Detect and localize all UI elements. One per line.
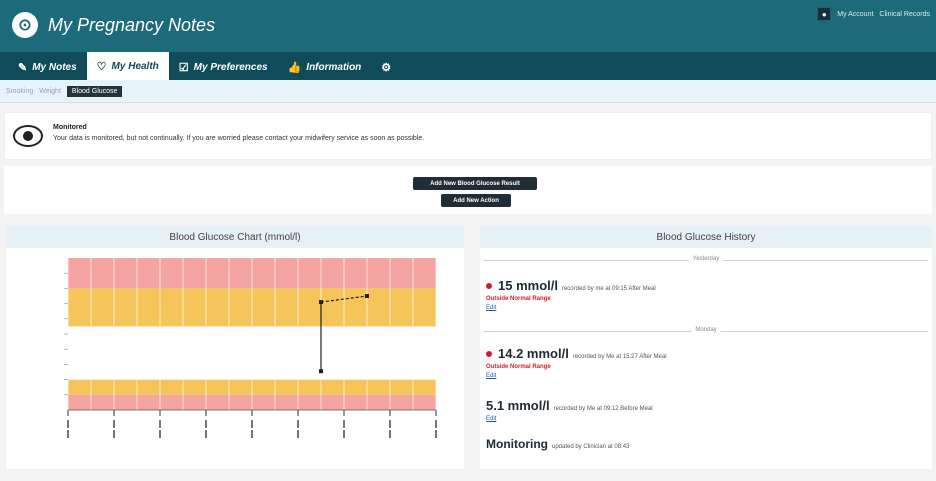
breadcrumb: Smoking Weight Blood Glucose [0, 80, 936, 103]
tab-label: Information [306, 61, 362, 73]
notice-title: Monitored [53, 124, 87, 131]
eye-icon [13, 125, 43, 147]
tab-my-preferences[interactable]: ☑ My Preferences [169, 54, 278, 80]
tab-settings[interactable]: ⚙ [371, 54, 401, 80]
tab-information[interactable]: 👍 Information [278, 54, 372, 80]
actions-area: Add New Blood Glucose Result Add New Act… [4, 166, 932, 214]
history-entry: Monitoring updated by Clinician at 08:43 [486, 437, 629, 451]
edit-link[interactable]: Edit [486, 416, 653, 422]
spiral-logo-icon: ⊙ [12, 12, 38, 38]
tab-label: My Health [111, 60, 159, 72]
history-entry: 5.1 mmol/l recorded by Me at 09:12 Befor… [486, 398, 653, 422]
tab-my-health[interactable]: ♡ My Health [86, 52, 169, 80]
tab-label: My Preferences [193, 61, 268, 73]
history-entry: 14.2 mmol/l recorded by Me at 15:27 Afte… [486, 346, 667, 379]
heart-icon: ♡ [96, 60, 107, 73]
crumb-blood-glucose[interactable]: Blood Glucose [66, 85, 123, 97]
add-glucose-result-button[interactable]: Add New Blood Glucose Result [413, 177, 537, 190]
checklist-icon: ☑ [178, 61, 189, 74]
gear-icon: ⚙ [381, 61, 392, 74]
eye-pupil [23, 131, 33, 141]
entry-meta: recorded by Me at 09:12 Before Meal [553, 406, 653, 412]
entry-value: 15 mmol/l [498, 278, 558, 293]
app-title: My Pregnancy Notes [48, 14, 216, 35]
tab-label: My Notes [32, 61, 77, 73]
account-menu[interactable]: My Account [837, 11, 873, 18]
entry-value: Monitoring [486, 437, 548, 451]
notice-text: Your data is monitored, but not continua… [53, 135, 425, 142]
glucose-chart [64, 258, 437, 438]
entry-value: 5.1 mmol/l [486, 398, 550, 413]
edit-link[interactable]: Edit [486, 305, 656, 311]
group-divider: Monday [484, 327, 928, 333]
monitoring-notice: Monitored Your data is monitored, but no… [4, 112, 932, 160]
group-divider: Yesterday [484, 256, 928, 262]
tab-my-notes[interactable]: ✎ My Notes [8, 54, 87, 80]
chart-data-point [365, 294, 369, 298]
chart-data-point [319, 369, 323, 374]
alert-dot-icon [486, 283, 492, 289]
out-of-range-flag: Outside Normal Range [486, 296, 551, 302]
entry-meta: updated by Clinician at 08:43 [551, 444, 630, 450]
history-panel-title: Blood Glucose History [480, 226, 932, 248]
crumb-weight[interactable]: Weight [39, 88, 61, 95]
chart-container [44, 256, 444, 451]
add-action-button[interactable]: Add New Action [441, 194, 511, 207]
glucose-chart-panel: Blood Glucose Chart (mmol/l) [6, 226, 464, 469]
main-nav: ✎ My Notes ♡ My Health ☑ My Preferences … [0, 52, 936, 80]
history-entry: 15 mmol/l recorded by me at 09:15 After … [486, 278, 656, 311]
chart-data-point [319, 300, 323, 305]
out-of-range-flag: Outside Normal Range [486, 364, 551, 370]
crumb-smoking[interactable]: Smoking [6, 88, 33, 95]
thumbs-up-icon: 👍 [287, 61, 302, 74]
chat-icon[interactable]: ● [817, 7, 832, 21]
records-link[interactable]: Clinical Records [879, 11, 930, 18]
group-label: Monday [691, 327, 721, 333]
app-root: ⊙ My Pregnancy Notes ● My Account Clinic… [0, 0, 936, 481]
entry-meta: recorded by Me at 15:27 After Meal [572, 354, 667, 360]
header-bar: ⊙ My Pregnancy Notes ● My Account Clinic… [0, 0, 936, 52]
alert-dot-icon [486, 351, 492, 357]
header-actions: ● My Account Clinical Records [817, 7, 930, 21]
chart-panel-title: Blood Glucose Chart (mmol/l) [6, 226, 464, 248]
entry-meta: recorded by me at 09:15 After Meal [561, 286, 656, 292]
glucose-history-panel: Blood Glucose History Yesterday 15 mmol/… [480, 226, 932, 469]
entry-value: 14.2 mmol/l [498, 346, 569, 361]
edit-icon: ✎ [18, 61, 28, 74]
brand[interactable]: ⊙ My Pregnancy Notes [12, 12, 215, 38]
edit-link[interactable]: Edit [486, 373, 667, 379]
group-label: Yesterday [688, 256, 724, 262]
